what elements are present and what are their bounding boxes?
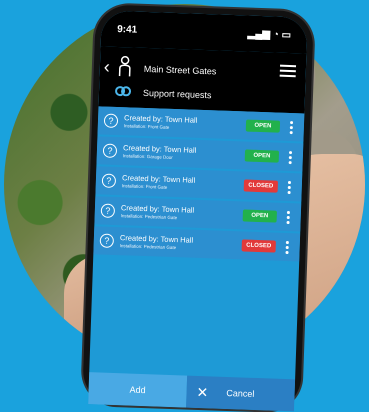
close-icon: ✕ [196,383,209,400]
support-icon [115,86,132,97]
footer-bar: Add ✕ Cancel [88,372,296,412]
status-badge: CLOSED [241,239,276,253]
kebab-menu-icon[interactable] [289,120,294,134]
request-row[interactable]: ? Created by: Town Hall Installation: Ga… [96,136,304,172]
request-row[interactable]: ? Created by: Town Hall Installation: Fr… [97,106,305,142]
kebab-menu-icon[interactable] [288,150,293,164]
status-badge: OPEN [245,119,281,133]
cancel-label: Cancel [226,387,255,399]
status-badge: OPEN [242,209,277,223]
question-icon: ? [102,143,118,159]
question-icon: ? [100,203,116,218]
kebab-menu-icon[interactable] [286,210,291,224]
request-list: ? Created by: Town Hall Installation: Fr… [93,106,305,262]
request-row[interactable]: ? Created by: Town Hall Installation: Fr… [95,166,303,202]
request-row[interactable]: ? Created by: Town Hall Installation: Pe… [93,226,301,262]
status-time: 9:41 [117,23,138,36]
kebab-menu-icon[interactable] [285,240,289,254]
app-header: ‹ Main Street Gates Support requests [98,46,307,114]
notch [157,22,228,41]
page-title: Main Street Gates [143,63,217,77]
status-badge: CLOSED [243,179,279,193]
cancel-button[interactable]: ✕ Cancel [186,375,296,412]
status-badge: OPEN [244,149,280,163]
phone-device: 9:41 ▂▄▆ ◔ ▭ ‹ Main Street Gates Support… [82,4,314,412]
add-button[interactable]: Add [88,372,188,408]
phone-screen: 9:41 ▂▄▆ ◔ ▭ ‹ Main Street Gates Support… [88,10,308,412]
back-chevron-icon[interactable]: ‹ [104,57,111,78]
page-subtitle: Support requests [142,87,212,101]
signal-wifi-battery-icon: ▂▄▆ ◔ ▭ [247,28,292,41]
menu-icon[interactable] [279,64,297,78]
question-icon: ? [103,113,119,129]
person-icon [118,55,131,77]
kebab-menu-icon[interactable] [287,180,292,194]
question-icon: ? [101,173,117,188]
request-row[interactable]: ? Created by: Town Hall Installation: Pe… [94,196,302,232]
question-icon: ? [99,233,115,248]
